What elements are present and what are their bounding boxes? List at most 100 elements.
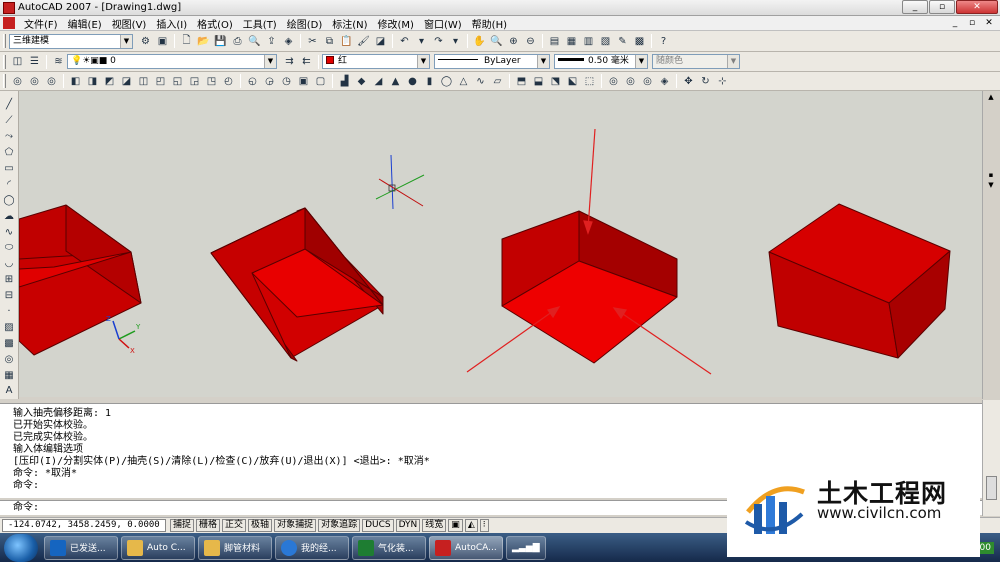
offset-faces-icon[interactable]: ◩ bbox=[102, 74, 117, 89]
model-space-icon[interactable]: ▣ bbox=[448, 519, 463, 532]
imprint-icon[interactable]: ◵ bbox=[245, 74, 260, 89]
otrack-toggle[interactable]: 对象追踪 bbox=[318, 519, 361, 532]
pyramid-icon[interactable]: △ bbox=[456, 74, 471, 89]
copy-faces-icon[interactable]: ◱ bbox=[170, 74, 185, 89]
calculator-icon[interactable]: ▩ bbox=[632, 34, 647, 49]
tool-palettes-icon[interactable]: ▥ bbox=[581, 34, 596, 49]
ellipse-icon[interactable]: ⬭ bbox=[2, 241, 16, 255]
chevron-down-icon[interactable]: ▼ bbox=[985, 181, 997, 191]
zoom-realtime-icon[interactable]: 🔍 bbox=[489, 34, 504, 49]
print-icon[interactable]: ⎙ bbox=[230, 34, 245, 49]
region-icon[interactable]: ◎ bbox=[2, 352, 16, 366]
rectangle-icon[interactable]: ▭ bbox=[2, 162, 16, 176]
clean-icon[interactable]: ◶ bbox=[262, 74, 277, 89]
move-faces-icon[interactable]: ◨ bbox=[85, 74, 100, 89]
sheet-set-icon[interactable]: ▧ bbox=[598, 34, 613, 49]
revision-cloud-icon[interactable]: ☁ bbox=[2, 209, 16, 223]
save-icon[interactable]: 💾 bbox=[213, 34, 228, 49]
section-plane-icon[interactable]: ◈ bbox=[657, 74, 672, 89]
close-button[interactable]: ✕ bbox=[956, 0, 998, 14]
doc-minimize-button[interactable]: _ bbox=[948, 17, 962, 29]
taskbar-item-outlook[interactable]: 已发送... bbox=[44, 535, 118, 560]
point-icon[interactable]: · bbox=[2, 305, 16, 319]
delete-faces-icon[interactable]: ◪ bbox=[119, 74, 134, 89]
menu-modify[interactable]: 修改(M) bbox=[373, 16, 419, 31]
rotate-faces-icon[interactable]: ◫ bbox=[136, 74, 151, 89]
cut-icon[interactable]: ✂ bbox=[305, 34, 320, 49]
workspace-icon[interactable]: ▣ bbox=[155, 34, 170, 49]
shelled-box-1[interactable] bbox=[19, 204, 142, 356]
intersect-icon[interactable]: ◎ bbox=[44, 74, 59, 89]
workspace-settings-icon[interactable]: ⚙ bbox=[138, 34, 153, 49]
extrude-icon[interactable]: ⬒ bbox=[514, 74, 529, 89]
planar-surface-icon[interactable]: ▱ bbox=[490, 74, 505, 89]
zoom-previous-icon[interactable]: ⊖ bbox=[523, 34, 538, 49]
chevron-up-icon[interactable]: ▲ bbox=[985, 93, 997, 103]
block-editor-icon[interactable]: ◪ bbox=[373, 34, 388, 49]
layer-previous-icon[interactable]: ⇇ bbox=[299, 54, 314, 69]
open-file-icon[interactable]: 📂 bbox=[196, 34, 211, 49]
menu-view[interactable]: 视图(V) bbox=[107, 16, 152, 31]
torus-icon[interactable]: ◯ bbox=[439, 74, 454, 89]
3d-align-icon[interactable]: ⊹ bbox=[715, 74, 730, 89]
doc-close-button[interactable]: ✕ bbox=[982, 17, 996, 29]
scrollbar-thumb[interactable] bbox=[986, 476, 997, 500]
construction-line-icon[interactable]: ⟋ bbox=[2, 114, 16, 128]
thicken-icon[interactable]: ◎ bbox=[623, 74, 638, 89]
markup-icon[interactable]: ✎ bbox=[615, 34, 630, 49]
copy-icon[interactable]: ⧉ bbox=[322, 34, 337, 49]
box-icon[interactable]: ◆ bbox=[354, 74, 369, 89]
properties-icon[interactable]: ▤ bbox=[547, 34, 562, 49]
pan-icon[interactable]: ✋ bbox=[472, 34, 487, 49]
undo-icon[interactable]: ↶ bbox=[397, 34, 412, 49]
polar-toggle[interactable]: 极轴 bbox=[248, 519, 273, 532]
dyn-toggle[interactable]: DYN bbox=[395, 519, 421, 532]
taskbar-item-ie[interactable]: 我的经... bbox=[275, 535, 349, 560]
shelled-box-3[interactable] bbox=[501, 210, 678, 364]
zoom-window-icon[interactable]: ⊕ bbox=[506, 34, 521, 49]
menu-window[interactable]: 窗口(W) bbox=[419, 16, 467, 31]
union-icon[interactable]: ◎ bbox=[10, 74, 25, 89]
3d-rotate-icon[interactable]: ↻ bbox=[698, 74, 713, 89]
coordinate-readout[interactable]: -124.0742, 3458.2459, 0.0000 bbox=[2, 519, 166, 532]
toolbar-grip[interactable] bbox=[3, 34, 6, 48]
restore-button[interactable]: ▫ bbox=[929, 0, 955, 14]
cone-icon[interactable]: ▲ bbox=[388, 74, 403, 89]
start-button[interactable] bbox=[4, 533, 38, 562]
undo-dropdown-icon[interactable]: ▾ bbox=[414, 34, 429, 49]
color-dropdown[interactable]: 红 ▼ bbox=[322, 54, 430, 69]
plotstyle-dropdown[interactable]: 随颜色 ▼ bbox=[652, 54, 740, 69]
color-edges-icon[interactable]: ◴ bbox=[221, 74, 236, 89]
match-properties-icon[interactable]: 🖌 bbox=[356, 34, 371, 49]
menu-file[interactable]: 文件(F) bbox=[19, 16, 63, 31]
doc-restore-button[interactable]: ▫ bbox=[965, 17, 979, 29]
toolbar-grip[interactable] bbox=[3, 74, 6, 88]
ortho-toggle[interactable]: 正交 bbox=[222, 519, 247, 532]
ellipse-arc-icon[interactable]: ◡ bbox=[2, 257, 16, 271]
solid-box-4[interactable] bbox=[768, 203, 951, 359]
new-file-icon[interactable]: 🗋 bbox=[179, 34, 194, 49]
linetype-dropdown[interactable]: ByLayer ▼ bbox=[434, 54, 550, 69]
taskbar-item-folder-autocad[interactable]: Auto C... bbox=[121, 535, 195, 560]
document-icon[interactable] bbox=[3, 17, 15, 29]
sphere-icon[interactable]: ● bbox=[405, 74, 420, 89]
redo-icon[interactable]: ↷ bbox=[431, 34, 446, 49]
ducs-toggle[interactable]: DUCS bbox=[362, 519, 394, 532]
table-icon[interactable]: ▦ bbox=[2, 368, 16, 382]
paste-icon[interactable]: 📋 bbox=[339, 34, 354, 49]
minimize-button[interactable]: _ bbox=[902, 0, 928, 14]
wedge-icon[interactable]: ◢ bbox=[371, 74, 386, 89]
circle-icon[interactable]: ◯ bbox=[2, 193, 16, 207]
color-faces-icon[interactable]: ◲ bbox=[187, 74, 202, 89]
insert-block-icon[interactable]: ⊞ bbox=[2, 273, 16, 287]
shell-icon[interactable]: ▣ bbox=[296, 74, 311, 89]
menu-dimension[interactable]: 标注(N) bbox=[327, 16, 372, 31]
polysolid-icon[interactable]: ▟ bbox=[337, 74, 352, 89]
menu-tools[interactable]: 工具(T) bbox=[238, 16, 282, 31]
helix-icon[interactable]: ∿ bbox=[473, 74, 488, 89]
autocad-app-icon[interactable] bbox=[3, 1, 15, 14]
menu-draw[interactable]: 绘图(D) bbox=[282, 16, 328, 31]
layer-dropdown[interactable]: 💡☀▣■ 0 ▼ bbox=[67, 54, 277, 69]
taskbar-item-autocad[interactable]: AutoCA... bbox=[429, 535, 503, 560]
check-icon[interactable]: ▢ bbox=[313, 74, 328, 89]
